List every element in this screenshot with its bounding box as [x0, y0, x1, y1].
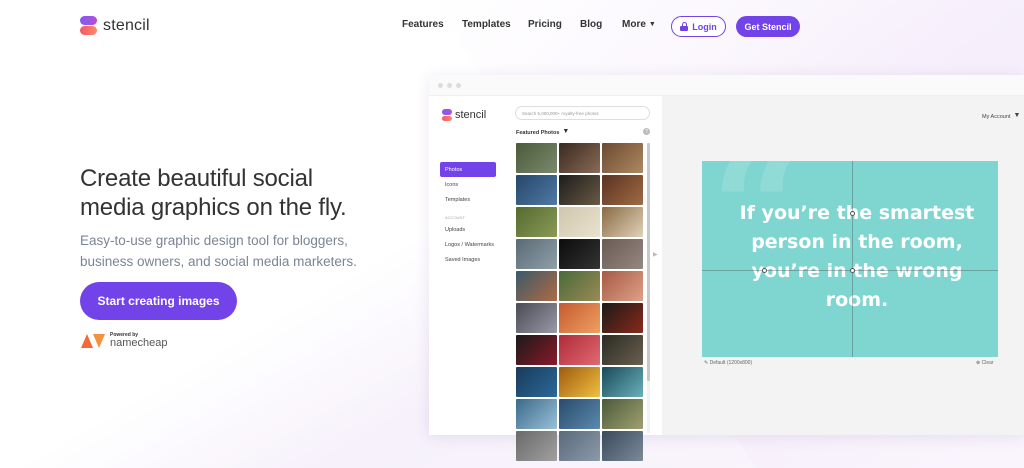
stencil-logo-icon — [442, 109, 452, 121]
photo-thumbnail[interactable] — [516, 271, 557, 301]
clear-label: Clear — [981, 360, 994, 366]
my-account-label: My Account — [982, 114, 1011, 120]
clear-button[interactable]: ⊗ Clear — [976, 360, 994, 366]
photo-thumbnail[interactable] — [559, 175, 600, 205]
sidebar-item-logos[interactable]: Logos / Watermarks — [440, 237, 496, 252]
photo-thumbnail[interactable] — [602, 335, 643, 365]
resize-handle[interactable] — [850, 211, 855, 216]
photo-thumbnail[interactable] — [559, 239, 600, 269]
get-stencil-button[interactable]: Get Stencil — [736, 16, 800, 37]
hero-title-line-2: media graphics on the fly. — [80, 194, 347, 221]
nav-link-templates[interactable]: Templates — [462, 19, 511, 30]
scrollbar-thumb[interactable] — [647, 143, 650, 381]
photo-thumbnail[interactable] — [559, 431, 600, 461]
hero-subtitle-line-2: business owners, and social media market… — [80, 254, 357, 269]
hero-subtitle: Easy-to-use graphic design tool for blog… — [80, 230, 420, 272]
chevron-down-icon: ▼ — [648, 21, 656, 28]
start-creating-button[interactable]: Start creating images — [80, 282, 237, 320]
nav-link-more[interactable]: More ▼ — [622, 19, 656, 30]
nav-link-blog[interactable]: Blog — [580, 19, 602, 30]
sidebar-item-templates[interactable]: Templates — [440, 192, 496, 207]
lock-icon — [680, 22, 689, 31]
hero-section: Create beautiful social media graphics o… — [80, 164, 420, 272]
design-canvas[interactable]: “ If you’re the smartest person in the r… — [702, 161, 998, 357]
canvas-size-label: Default (1200x800) — [709, 360, 753, 366]
hero-title: Create beautiful social media graphics o… — [80, 164, 420, 222]
photo-thumbnail[interactable] — [602, 303, 643, 333]
resize-handle[interactable] — [762, 268, 767, 273]
photo-thumbnail[interactable] — [516, 335, 557, 365]
photo-thumbnail[interactable] — [516, 143, 557, 173]
app-brand-logo: stencil — [442, 109, 486, 121]
collapse-panel-icon[interactable]: ▶ — [653, 251, 658, 258]
photo-thumbnail[interactable] — [559, 335, 600, 365]
app-brand-name: stencil — [455, 109, 487, 121]
window-titlebar — [429, 75, 1024, 96]
app-sidebar: Photos Icons Templates ACCOUNT Uploads L… — [440, 162, 496, 267]
quote-text[interactable]: If you’re the smartest person in the roo… — [722, 199, 992, 315]
hero-title-line-1: Create beautiful social — [80, 165, 313, 192]
photo-thumbnail[interactable] — [559, 207, 600, 237]
window-dot-icon — [447, 83, 452, 88]
photo-thumbnail[interactable] — [602, 367, 643, 397]
photo-thumbnail[interactable] — [516, 239, 557, 269]
photo-thumbnail[interactable] — [602, 143, 643, 173]
sidebar-item-saved-images[interactable]: Saved Images — [440, 252, 496, 267]
window-dot-icon — [438, 83, 443, 88]
sidebar-item-photos[interactable]: Photos — [440, 162, 496, 177]
photo-thumbnail[interactable] — [602, 175, 643, 205]
help-icon[interactable]: ? — [643, 128, 650, 135]
photo-thumbnail[interactable] — [559, 143, 600, 173]
photo-thumbnail[interactable] — [559, 399, 600, 429]
sidebar-item-uploads[interactable]: Uploads — [440, 222, 496, 237]
nav-link-features[interactable]: Features — [402, 19, 444, 30]
photo-thumbnail[interactable] — [516, 431, 557, 461]
photo-thumbnail[interactable] — [602, 271, 643, 301]
photo-thumbnail[interactable] — [602, 239, 643, 269]
partner-name: namecheap — [110, 337, 168, 349]
powered-by-namecheap[interactable]: Powered by namecheap — [80, 333, 168, 349]
photo-thumbnail[interactable] — [516, 175, 557, 205]
top-nav: stencil Features Templates Pricing Blog … — [0, 0, 1024, 54]
featured-photos-label: Featured Photos — [516, 130, 560, 136]
window-dot-icon — [456, 83, 461, 88]
canvas-size-selector[interactable]: ✎ Default (1200x800) — [704, 360, 752, 366]
photo-thumbnail[interactable] — [516, 399, 557, 429]
photo-thumbnail[interactable] — [559, 367, 600, 397]
photo-thumbnail[interactable] — [559, 271, 600, 301]
namecheap-logo-icon — [81, 334, 105, 348]
nav-link-pricing[interactable]: Pricing — [528, 19, 562, 30]
photo-thumbnail[interactable] — [516, 367, 557, 397]
vertical-guide — [852, 161, 853, 357]
nav-more-label: More — [622, 19, 646, 30]
photo-thumbnail[interactable] — [602, 399, 643, 429]
featured-photos-dropdown[interactable]: Featured Photos ▼ — [516, 128, 569, 136]
nav-links: Features Templates Pricing Blog More ▼ — [0, 19, 1024, 35]
photo-thumbnail[interactable] — [602, 207, 643, 237]
photo-thumbnail[interactable] — [559, 303, 600, 333]
sidebar-section-account: ACCOUNT — [445, 215, 465, 220]
photo-thumbnail[interactable] — [516, 303, 557, 333]
photo-scrollbar[interactable] — [647, 143, 650, 433]
powered-text: Powered by namecheap — [110, 333, 168, 349]
photo-search-input[interactable]: Search 5,000,000+ royalty-free photos — [515, 106, 650, 120]
my-account-menu[interactable]: My Account ▼ — [982, 112, 1020, 120]
login-button[interactable]: Login — [671, 16, 726, 37]
sidebar-item-icons[interactable]: Icons — [440, 177, 496, 192]
chevron-down-icon: ▼ — [1013, 112, 1021, 119]
photo-thumbnail[interactable] — [602, 431, 643, 461]
hero-subtitle-line-1: Easy-to-use graphic design tool for blog… — [80, 233, 348, 248]
photo-thumbnail[interactable] — [516, 207, 557, 237]
resize-handle[interactable] — [850, 268, 855, 273]
login-label: Login — [692, 21, 717, 32]
app-preview: stencil Photos Icons Templates ACCOUNT U… — [429, 75, 1024, 461]
chevron-down-icon: ▼ — [562, 128, 570, 135]
